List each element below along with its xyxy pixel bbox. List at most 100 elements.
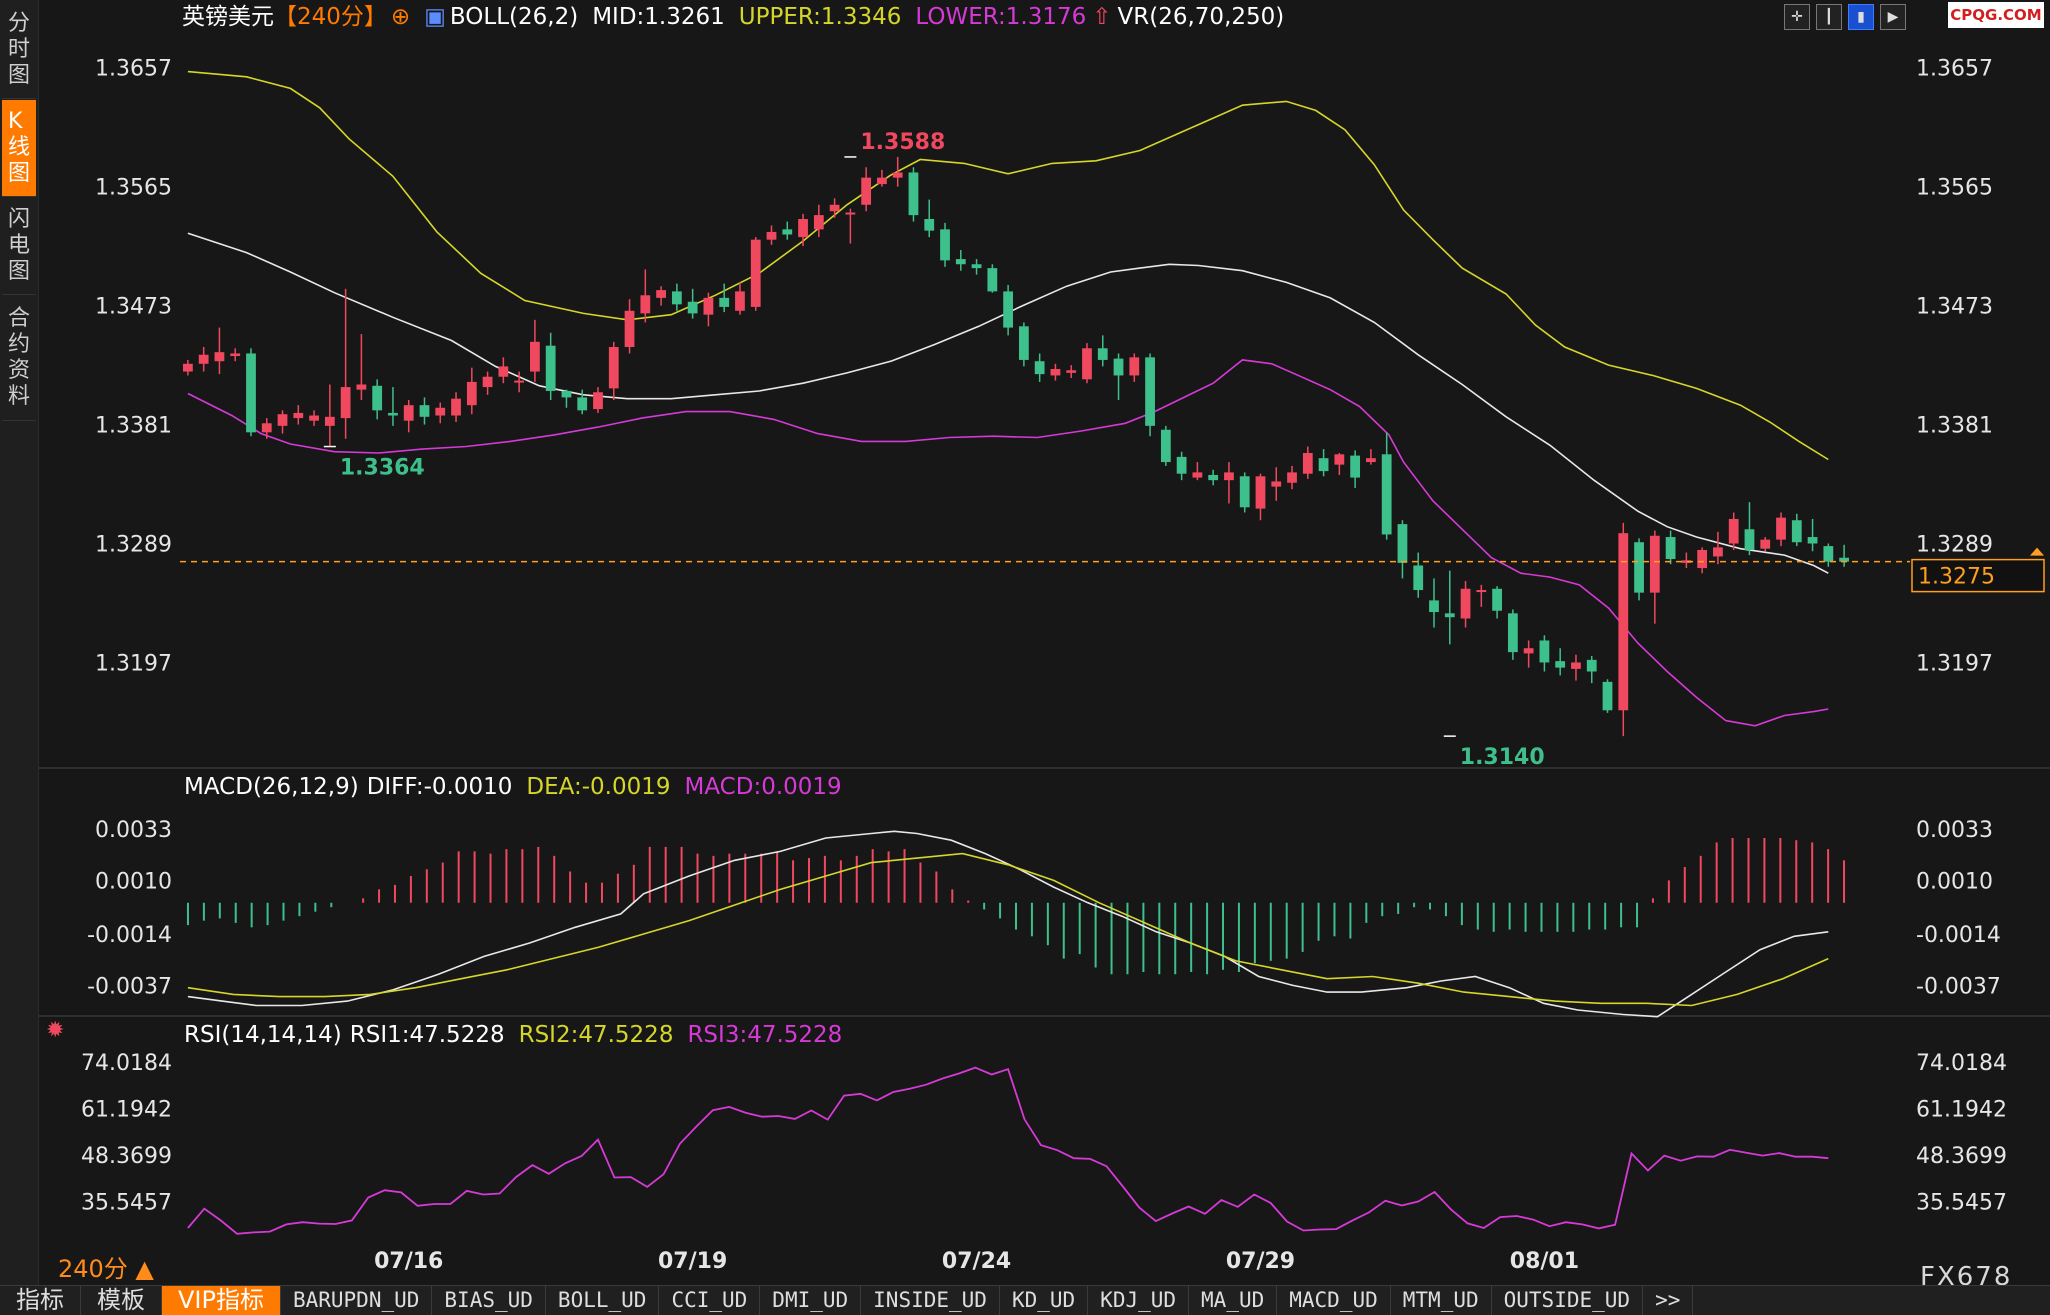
toolbar-icons: ✛ ┃ ▮ ▶ — [1784, 4, 1906, 30]
indicator-tab-9[interactable]: KD_UD — [1000, 1286, 1089, 1315]
extreme-label: 1.3140 — [1460, 745, 1545, 770]
indicator-tab-0[interactable]: 指标 — [0, 1286, 81, 1315]
candle-body — [545, 345, 556, 391]
price-y-tick-left: 1.3197 — [95, 651, 172, 676]
x-tick-label: 07/24 — [942, 1249, 1011, 1274]
rsi-title[interactable]: RSI(14,14,14) — [184, 1022, 342, 1048]
candle-body — [813, 215, 824, 230]
candle-body — [1255, 476, 1266, 509]
add-icon[interactable]: ⊕ — [391, 4, 410, 30]
candle-body — [987, 268, 998, 292]
extreme-label: 1.3588 — [860, 130, 945, 155]
macd-y-tick-left: 0.0033 — [95, 818, 172, 843]
candle-body — [356, 384, 367, 390]
symbol-name[interactable]: 英镑美元 — [182, 4, 274, 30]
candle-body — [1113, 358, 1124, 376]
indicator-tab-8[interactable]: INSIDE_UD — [861, 1286, 1000, 1315]
price-y-tick-left: 1.3473 — [95, 295, 172, 320]
candle-body — [1397, 524, 1408, 563]
nav-icon[interactable]: ▶ — [1880, 4, 1906, 30]
macd-y-tick-left: -0.0014 — [87, 923, 172, 948]
macd-dea-value: DEA:-0.0019 — [526, 774, 671, 800]
macd-title[interactable]: MACD(26,12,9) — [184, 774, 359, 800]
candle-body — [1208, 474, 1219, 481]
rsi-y-tick-right: 35.5457 — [1916, 1191, 2007, 1216]
candle-body — [829, 204, 840, 212]
x-tick-label: 07/16 — [374, 1249, 443, 1274]
indicator-tab-1[interactable]: 模板 — [81, 1286, 162, 1315]
bar-chart-icon[interactable]: ▮ — [1848, 4, 1874, 30]
candle-body — [1618, 533, 1629, 711]
period-selector[interactable]: 240分 ▲ — [58, 1249, 154, 1284]
price-y-tick-left: 1.3381 — [95, 414, 172, 439]
candle-body — [687, 301, 698, 314]
candle-body — [1381, 454, 1392, 535]
indicator-tab-11[interactable]: MA_UD — [1189, 1286, 1278, 1315]
candle-body — [1460, 588, 1471, 619]
period-tag[interactable]: 【240分】 — [274, 4, 387, 30]
candle-icon[interactable]: ┃ — [1816, 4, 1842, 30]
indicator-tab-13[interactable]: MTM_UD — [1391, 1286, 1492, 1315]
rsi2-value: RSI2:47.5228 — [518, 1022, 674, 1048]
indicator-tab-4[interactable]: BIAS_UD — [432, 1286, 546, 1315]
candle-body — [1476, 590, 1487, 593]
boll-lower-line — [187, 359, 1829, 727]
candle-body — [624, 310, 635, 347]
candle-body — [955, 259, 966, 265]
candle-body — [1602, 681, 1613, 711]
last-price-marker — [2030, 547, 2044, 556]
candle-body — [1823, 546, 1834, 562]
candle-body — [1287, 472, 1297, 483]
candle-body — [640, 295, 651, 314]
candle-body — [530, 341, 540, 372]
candle-body — [924, 219, 935, 231]
candle-body — [719, 297, 730, 307]
candle-body — [1507, 613, 1518, 653]
candle-body — [1003, 291, 1014, 328]
indicator-tab-6[interactable]: CCI_UD — [659, 1286, 761, 1315]
candle-body — [1492, 588, 1502, 611]
candle-body — [1665, 537, 1676, 560]
indicator-icon[interactable]: ▣ — [424, 4, 446, 30]
boll-label[interactable]: BOLL(26,2) — [450, 4, 578, 30]
indicator-tab-7[interactable]: DMI_UD — [760, 1286, 862, 1315]
candle-body — [1713, 547, 1723, 557]
candle-body — [735, 291, 745, 311]
price-y-tick-left: 1.3657 — [95, 57, 172, 82]
price-y-tick-right: 1.3657 — [1916, 57, 1993, 82]
settings-gear-icon[interactable]: ✹ — [46, 1018, 64, 1043]
price-y-tick-right: 1.3473 — [1916, 295, 1993, 320]
macd-y-tick-left: -0.0037 — [87, 974, 172, 999]
indicator-tab-10[interactable]: KDJ_UD — [1088, 1286, 1190, 1315]
vr-label[interactable]: VR(26,70,250) — [1118, 4, 1285, 30]
indicator-tab-14[interactable]: OUTSIDE_UD — [1492, 1286, 1644, 1315]
candle-body — [277, 414, 288, 426]
candle-body — [1302, 453, 1313, 474]
candle-body — [1050, 368, 1061, 376]
indicator-tab-2[interactable]: VIP指标 — [162, 1286, 281, 1315]
arrow-up-icon[interactable]: ⇧ — [1092, 4, 1111, 30]
candle-body — [1145, 357, 1155, 426]
price-y-tick-left: 1.3289 — [95, 533, 172, 558]
crosshair-icon[interactable]: ✛ — [1784, 4, 1810, 30]
candle-body — [940, 229, 950, 261]
macd-y-tick-right: 0.0010 — [1916, 869, 1993, 894]
candle-body — [1176, 456, 1187, 474]
rsi-y-tick-left: 35.5457 — [81, 1191, 172, 1216]
rsi-y-tick-right: 74.0184 — [1916, 1051, 2007, 1076]
candle-body — [1539, 640, 1550, 663]
candle-body — [1366, 458, 1376, 463]
candle-body — [1586, 659, 1597, 672]
candle-body — [293, 412, 304, 419]
indicator-tab-5[interactable]: BOLL_UD — [546, 1286, 660, 1315]
indicator-tab-12[interactable]: MACD_UD — [1277, 1286, 1391, 1315]
candle-body — [1018, 326, 1029, 360]
indicator-tab-3[interactable]: BARUPDN_UD — [281, 1286, 433, 1315]
candle-body — [182, 363, 193, 372]
price-legend: 英镑美元【240分】 ⊕ ▣ BOLL(26,2) MID:1.3261 UPPER:1.… — [182, 2, 1298, 32]
indicator-tab-15[interactable]: >> — [1643, 1286, 1694, 1315]
candle-body — [198, 354, 209, 364]
site-logo: CPQG.COM — [1948, 2, 2044, 28]
candle-body — [1744, 529, 1755, 550]
chart-canvas[interactable]: 1.3657 1.3657 1.3565 1.3565 1.3473 1.3473 1.33… — [0, 0, 2050, 1285]
